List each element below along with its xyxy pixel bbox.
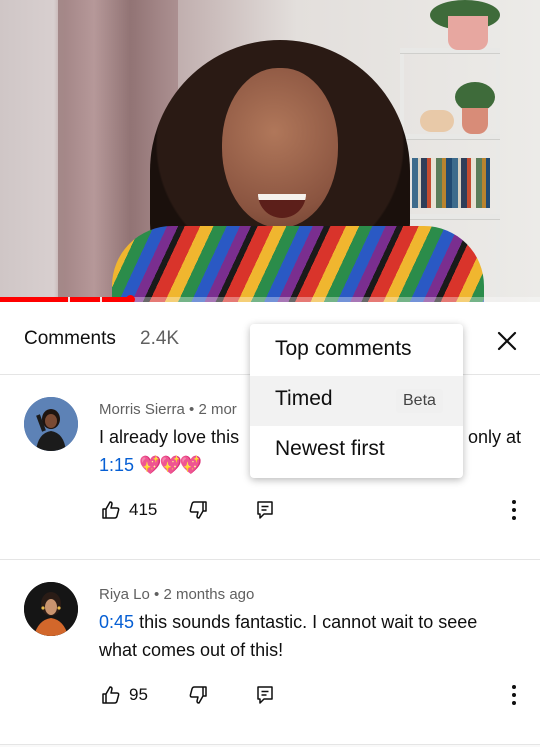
avatar[interactable] xyxy=(24,397,78,451)
comment-text-end: only at xyxy=(468,427,522,447)
close-icon xyxy=(497,331,517,351)
like-button[interactable]: 415 xyxy=(101,498,157,522)
comment-timestamp-link[interactable]: 0:45 xyxy=(99,612,134,632)
thumbs-up-icon xyxy=(102,686,120,704)
comment-meta: Morris Sierra • 2 mor xyxy=(99,401,237,418)
reply-icon xyxy=(257,686,273,704)
reply-button[interactable] xyxy=(256,498,274,522)
comment-time: 2 mor xyxy=(198,401,237,418)
dislike-button[interactable] xyxy=(188,683,208,707)
like-count: 415 xyxy=(129,500,158,519)
close-comments-button[interactable] xyxy=(490,324,524,358)
sort-option-label: Timed xyxy=(275,387,333,410)
sort-option-timed[interactable]: Timed Beta xyxy=(250,376,463,426)
more-vert-icon xyxy=(512,500,516,520)
comment-meta: Riya Lo • 2 months ago xyxy=(99,586,255,603)
comments-count: 2.4K xyxy=(140,328,180,349)
sort-option-newest-first[interactable]: Newest first xyxy=(250,426,463,476)
sort-option-top-comments[interactable]: Top comments xyxy=(250,326,463,376)
comments-title: Comments xyxy=(24,328,116,349)
comment-item: Riya Lo • 2 months ago 0:45 this sounds … xyxy=(0,560,540,745)
comment-text: 0:45 this sounds fantastic. I cannot wai… xyxy=(99,608,519,664)
video-player[interactable] xyxy=(0,0,540,302)
reply-icon xyxy=(257,501,273,519)
dislike-button[interactable] xyxy=(188,498,208,522)
video-background-pot xyxy=(448,16,488,50)
avatar[interactable] xyxy=(24,582,78,636)
comment-more-button[interactable] xyxy=(504,497,524,523)
comment-more-button[interactable] xyxy=(504,682,524,708)
thumbs-down-icon xyxy=(189,686,207,704)
comment-text-start: I already love this xyxy=(99,427,240,447)
like-button[interactable]: 95 xyxy=(101,683,148,707)
thumbs-down-icon xyxy=(189,501,207,519)
comment-timestamp-link[interactable]: 1:15 xyxy=(99,455,134,475)
video-presenter-shirt xyxy=(112,226,484,302)
thumbs-up-icon xyxy=(102,501,120,519)
comment-author[interactable]: Morris Sierra xyxy=(99,401,185,418)
comment-author[interactable]: Riya Lo xyxy=(99,586,150,603)
beta-badge: Beta xyxy=(396,389,443,413)
sort-option-label: Top comments xyxy=(275,337,412,360)
like-count: 95 xyxy=(129,685,148,704)
comment-body: this sounds fantastic. I cannot wait to … xyxy=(99,612,478,660)
sort-comments-menu: Top comments Timed Beta Newest first xyxy=(250,324,463,478)
reply-button[interactable] xyxy=(256,683,274,707)
more-vert-icon xyxy=(512,685,516,705)
sort-option-label: Newest first xyxy=(275,437,385,460)
comment-time: 2 months ago xyxy=(163,586,255,603)
heart-emoji: 💖💖💖 xyxy=(139,455,202,475)
